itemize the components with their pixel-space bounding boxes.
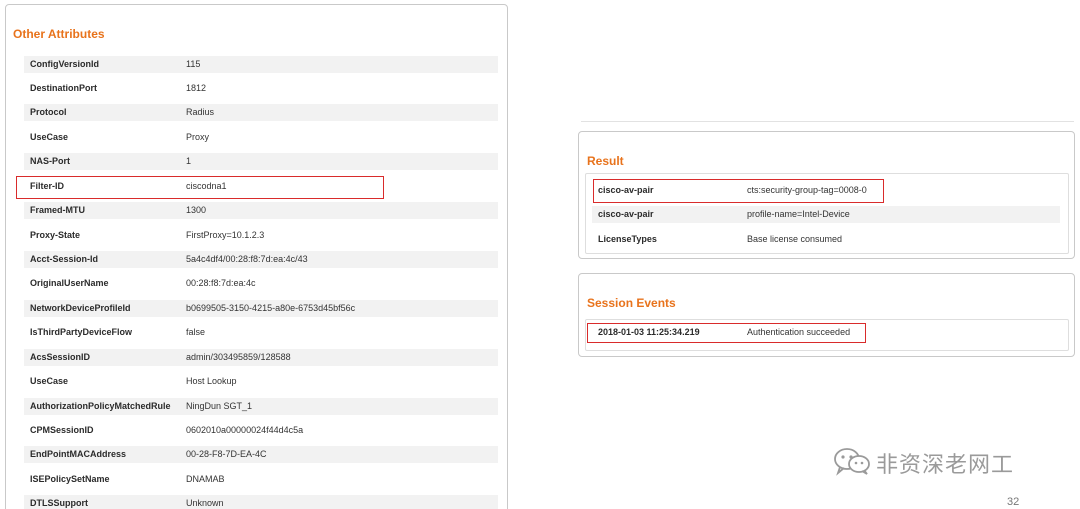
attribute-row: ConfigVersionId 115 — [24, 56, 498, 73]
attribute-value: Host Lookup — [186, 376, 237, 386]
attribute-value: admin/303495859/128588 — [186, 352, 291, 362]
wechat-icon — [832, 446, 872, 481]
attribute-value: 1 — [186, 156, 192, 166]
attribute-key: DTLSSupport — [30, 498, 88, 508]
attribute-value: Proxy — [186, 132, 210, 142]
attribute-value: false — [186, 327, 206, 337]
attribute-key: Protocol — [30, 107, 67, 117]
attribute-key: AuthorizationPolicyMatchedRule — [30, 401, 171, 411]
attribute-row: DTLSSupport Unknown — [24, 495, 498, 509]
attribute-key: Acct-Session-Id — [30, 254, 99, 264]
attribute-row: IsThirdPartyDeviceFlow false — [24, 324, 498, 341]
attribute-row: AuthorizationPolicyMatchedRule NingDun S… — [24, 398, 498, 415]
attribute-row: NAS-Port 1 — [24, 153, 498, 170]
attribute-value: 5a4c4df4/00:28:f8:7d:ea:4c/43 — [186, 254, 308, 264]
attribute-value: 0602010a00000024f44d4c5a — [186, 425, 304, 435]
result-panel: Result cisco-av-pair cts:security-group-… — [578, 131, 1075, 259]
result-row: LicenseTypes Base license consumed — [592, 231, 1060, 248]
watermark-text: 非资深老网工 — [876, 453, 1015, 478]
filter-id-highlight-box — [16, 176, 384, 199]
attribute-key: Framed-MTU — [30, 205, 86, 215]
attribute-row: UseCase Host Lookup — [24, 373, 498, 390]
attribute-key: CPMSessionID — [30, 425, 94, 435]
attribute-value: FirstProxy=10.1.2.3 — [186, 230, 265, 240]
attribute-key: Proxy-State — [30, 230, 81, 240]
other-attributes-title: Other Attributes — [13, 27, 105, 41]
attribute-value: 00:28:f8:7d:ea:4c — [186, 278, 256, 288]
result-value: profile-name=Intel-Device — [747, 209, 850, 219]
attribute-value: b0699505-3150-4215-a80e-6753d45bf56c — [186, 303, 356, 313]
attribute-row: DestinationPort 1812 — [24, 80, 498, 97]
attribute-key: NAS-Port — [30, 156, 70, 166]
session-event-highlight-box — [587, 323, 866, 343]
page-number: 32 — [1007, 496, 1020, 508]
attribute-value: Radius — [186, 107, 215, 117]
result-key: cisco-av-pair — [598, 209, 654, 219]
attribute-value: 1300 — [186, 205, 207, 215]
attribute-key: NetworkDeviceProfileId — [30, 303, 131, 313]
attribute-key: ISEPolicySetName — [30, 474, 110, 484]
attribute-key: UseCase — [30, 376, 69, 386]
attribute-row: ISEPolicySetName DNAMAB — [24, 471, 498, 488]
other-attributes-panel: Other Attributes ConfigVersionId 115 Des… — [5, 4, 508, 509]
attribute-value: DNAMAB — [186, 474, 225, 484]
attribute-row: Acct-Session-Id 5a4c4df4/00:28:f8:7d:ea:… — [24, 251, 498, 268]
attribute-key: DestinationPort — [30, 83, 98, 93]
session-events-panel: Session Events 2018-01-03 11:25:34.219 A… — [578, 273, 1075, 357]
watermark: 非资深老网工 — [832, 447, 1014, 479]
attribute-value: NingDun SGT_1 — [186, 401, 253, 411]
attribute-key: ConfigVersionId — [30, 59, 100, 69]
attribute-row: AcsSessionID admin/303495859/128588 — [24, 349, 498, 366]
divider — [581, 121, 1074, 122]
attribute-value: 115 — [186, 59, 201, 69]
result-title: Result — [587, 154, 624, 168]
attribute-value: 00-28-F8-7D-EA-4C — [186, 449, 267, 459]
attribute-row: Framed-MTU 1300 — [24, 202, 498, 219]
attribute-value: 1812 — [186, 83, 207, 93]
attribute-key: UseCase — [30, 132, 69, 142]
attribute-key: EndPointMACAddress — [30, 449, 127, 459]
attribute-row: Proxy-State FirstProxy=10.1.2.3 — [24, 227, 498, 244]
attribute-key: IsThirdPartyDeviceFlow — [30, 327, 133, 337]
attribute-key: AcsSessionID — [30, 352, 91, 362]
attribute-value: Unknown — [186, 498, 224, 508]
attribute-row: UseCase Proxy — [24, 129, 498, 146]
session-events-title: Session Events — [587, 296, 676, 310]
attribute-row: CPMSessionID 0602010a00000024f44d4c5a — [24, 422, 498, 439]
attribute-key: OriginalUserName — [30, 278, 109, 288]
attribute-row: Protocol Radius — [24, 104, 498, 121]
result-key: LicenseTypes — [598, 234, 657, 244]
result-row: cisco-av-pair profile-name=Intel-Device — [592, 206, 1060, 223]
attribute-row: NetworkDeviceProfileId b0699505-3150-421… — [24, 300, 498, 317]
attribute-row: OriginalUserName 00:28:f8:7d:ea:4c — [24, 275, 498, 292]
result-value: Base license consumed — [747, 234, 843, 244]
attribute-row: EndPointMACAddress 00-28-F8-7D-EA-4C — [24, 446, 498, 463]
sgt-highlight-box — [593, 179, 884, 203]
